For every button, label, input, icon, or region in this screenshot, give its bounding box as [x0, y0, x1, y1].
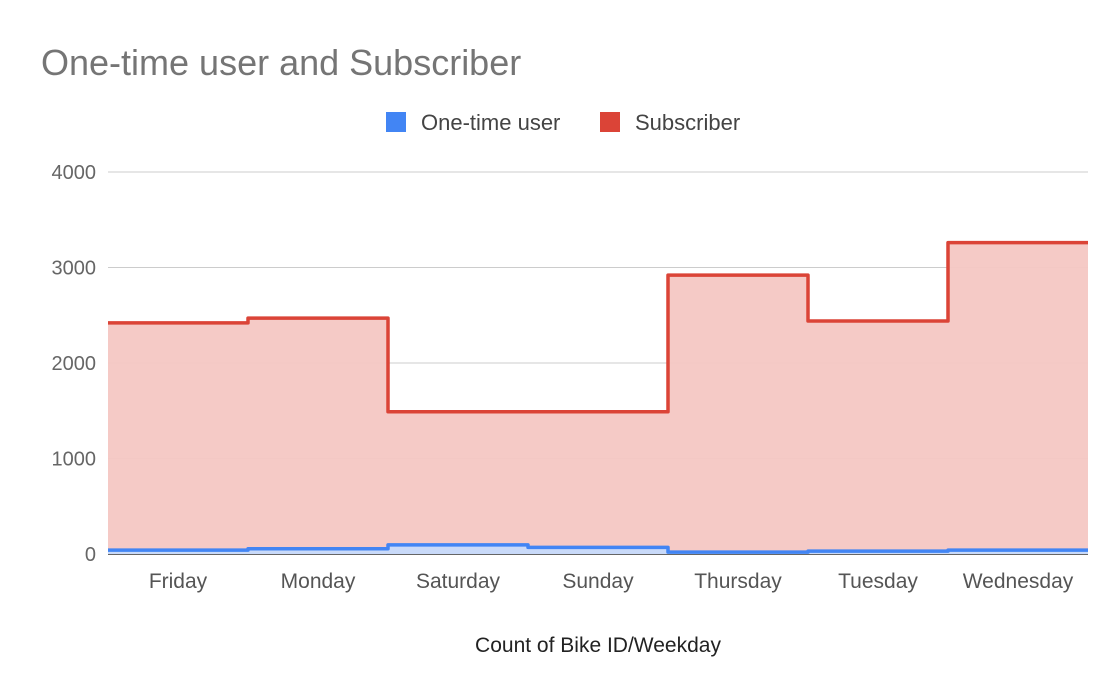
chart-title: One-time user and Subscriber: [41, 42, 521, 83]
chart-container: One-time user and Subscriber One-time us…: [0, 0, 1107, 691]
x-axis-categories: Friday Monday Saturday Sunday Thursday Tuesda…: [149, 570, 1074, 593]
x-tick-label-tuesday: Tuesday: [838, 570, 918, 593]
chart-svg: One-time user and Subscriber One-time us…: [41, 42, 1088, 657]
area-subscriber: [108, 242, 1088, 555]
y-tick-label-0: 0: [85, 544, 96, 566]
legend-label-subscriber: Subscriber: [635, 110, 740, 135]
x-tick-label-wednesday: Wednesday: [963, 570, 1074, 593]
legend-swatch-one-time-user: [386, 112, 406, 132]
legend-label-one-time-user: One-time user: [421, 110, 560, 135]
x-axis-title: Count of Bike ID/Weekday: [475, 634, 721, 657]
x-tick-label-friday: Friday: [149, 570, 208, 593]
y-axis-ticks: 0 1000 2000 3000 4000: [52, 162, 97, 566]
x-tick-label-monday: Monday: [281, 570, 356, 593]
y-tick-label-1000: 1000: [52, 449, 97, 471]
legend-swatch-subscriber: [600, 112, 620, 132]
y-tick-label-3000: 3000: [52, 258, 97, 280]
legend: One-time user Subscriber: [386, 110, 740, 135]
x-tick-label-saturday: Saturday: [416, 570, 501, 593]
x-tick-label-sunday: Sunday: [562, 570, 634, 593]
y-tick-label-2000: 2000: [52, 353, 97, 375]
y-tick-label-4000: 4000: [52, 162, 97, 184]
series-areas: [108, 242, 1088, 555]
x-tick-label-thursday: Thursday: [694, 570, 782, 593]
